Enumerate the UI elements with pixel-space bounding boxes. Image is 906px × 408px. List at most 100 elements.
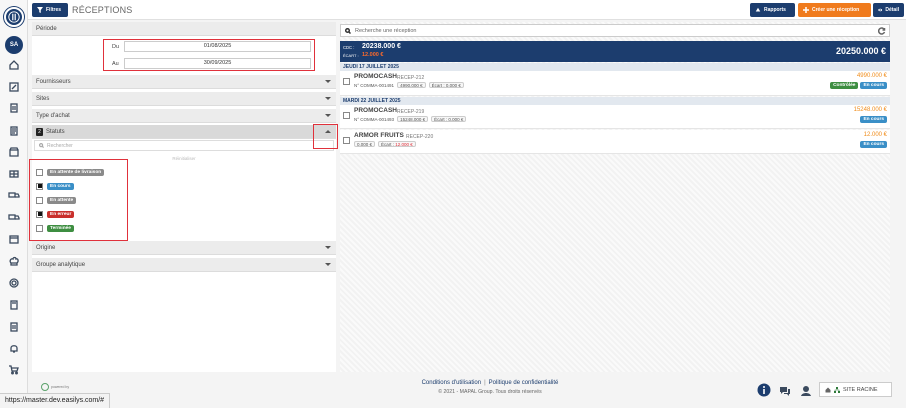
report-icon[interactable] [8, 321, 20, 333]
reception-meta: N° COMMA-001491 4990.000 € Écart : 0.000… [354, 82, 464, 88]
filter-section-type-achat[interactable]: Type d'achat [32, 109, 336, 123]
reception-ref: RECEP-219 [397, 108, 425, 115]
filter-section-statuts[interactable]: 2 Statuts [32, 125, 336, 139]
info-icon[interactable] [757, 383, 771, 397]
reception-tags: En cours [860, 116, 887, 123]
reception-card[interactable]: PROMOCASH RECEP-219 N° COMMA-001493 1524… [340, 105, 890, 129]
top-bar: Filtres RÉCEPTIONS Rapports Créer une ré… [28, 0, 906, 20]
edit-icon[interactable] [8, 81, 20, 93]
delivery-icon[interactable] [8, 211, 20, 223]
summary-banner: CDC : 20238.000 € ÉCART : 12.000 € 20250… [340, 41, 890, 62]
reception-meta: N° COMMA-001493 15248.000 € Écart : 0.00… [354, 116, 467, 122]
reception-amount: 4990.000 € [856, 73, 887, 79]
filter-section-groupe-analytique[interactable]: Groupe analytique [32, 258, 336, 272]
reception-checkbox[interactable] [343, 112, 350, 119]
chef-hat-icon[interactable] [8, 255, 20, 267]
powered-by-label: powered by [51, 384, 70, 389]
footer-links: Conditions d'utilisation | Politique de co… [340, 380, 640, 386]
chevron-down-icon [325, 114, 331, 117]
chevron-down-icon [325, 80, 331, 83]
annotation-box-dates [103, 39, 315, 71]
filter-section-fournisseurs-label: Fournisseurs [36, 78, 71, 85]
gear-icon[interactable] [8, 277, 20, 289]
reception-ecart: Écart : 0.000 € [431, 116, 467, 122]
reports-button[interactable]: Rapports [750, 3, 795, 17]
search-icon [345, 27, 351, 34]
detail-button[interactable]: Détail [873, 3, 904, 17]
box-icon[interactable] [8, 233, 20, 245]
reception-order-amount: 0.000 € [354, 141, 376, 147]
detail-label: Détail [885, 7, 899, 13]
filter-section-statuts-label: Statuts [46, 128, 65, 135]
privacy-link[interactable]: Politique de confidentialité [489, 380, 559, 386]
app-logo[interactable] [4, 7, 24, 27]
filter-section-fournisseurs[interactable]: Fournisseurs [32, 75, 336, 89]
annotation-box-statuses [29, 159, 128, 241]
reception-meta: 0.000 € Écart : 12.000 € [354, 141, 416, 147]
home-icon [825, 387, 831, 392]
create-reception-label: Créer une réception [812, 7, 860, 13]
powered-by: powered by [41, 383, 69, 391]
footer: Conditions d'utilisation | Politique de co… [340, 380, 640, 395]
refresh-icon[interactable] [877, 27, 886, 35]
copyright: © 2021 - MAPAL Group. Tous droits réserv… [438, 389, 542, 395]
tag-controlled: Contrôlée [830, 82, 859, 89]
user-avatar[interactable]: SA [5, 36, 23, 54]
filter-section-sites[interactable]: Sites [32, 92, 336, 106]
reception-tags: En cours [860, 141, 887, 148]
reception-ecart: Écart : 12.000 € [378, 141, 416, 147]
store-icon[interactable] [8, 146, 20, 158]
mapal-logo-icon [41, 383, 49, 391]
filter-section-origine[interactable]: Origine [32, 241, 336, 255]
reception-checkbox[interactable] [343, 78, 350, 85]
footer-separator: | [484, 380, 486, 386]
day-header: MARDI 22 JUILLET 2025 [340, 97, 890, 105]
reception-search-placeholder: Recherche une réception [355, 27, 417, 34]
terms-link[interactable]: Conditions d'utilisation [422, 380, 482, 386]
reception-supplier: ARMOR FRUITS [354, 132, 404, 139]
reception-supplier: PROMOCASH [354, 73, 397, 80]
sitemap-icon [834, 386, 840, 393]
create-reception-button[interactable]: Créer une réception [798, 3, 871, 17]
reception-order-amount: 4990.000 € [397, 82, 426, 88]
truck-icon[interactable] [8, 189, 20, 201]
home-icon[interactable] [8, 59, 20, 71]
reception-ecart-label: Écart : [434, 117, 448, 122]
cart-icon[interactable] [8, 364, 20, 376]
reception-search-input[interactable]: Recherche une réception [340, 24, 890, 37]
browser-status-url: https://master.dev.easilys.com/# [0, 393, 111, 408]
page-title: RÉCEPTIONS [72, 5, 133, 15]
filter-section-origine-label: Origine [36, 244, 56, 251]
grid-icon[interactable] [8, 168, 20, 180]
statuts-count-badge: 2 [36, 127, 43, 136]
reception-list: Recherche une réception CDC : 20238.000 … [340, 22, 890, 372]
tag-in-progress: En cours [860, 141, 887, 148]
site-selector-button[interactable]: SITE RACINE [819, 382, 892, 397]
reception-ecart-value: 0.000 € [445, 83, 461, 88]
reception-ecart-value: 0.000 € [448, 117, 464, 122]
reception-checkbox[interactable] [343, 137, 350, 144]
plus-icon [803, 7, 809, 13]
reception-order-amount: 15248.000 € [397, 116, 429, 122]
reception-order-number: N° COMMA-001493 [354, 116, 395, 122]
filter-icon [37, 7, 43, 13]
reception-card[interactable]: ARMOR FRUITS RECEP-220 0.000 € Écart : 1… [340, 130, 890, 154]
filter-section-periode-label: Période [36, 25, 57, 32]
reception-card[interactable]: PROMOCASH RECEP-212 N° COMMA-001491 4990… [340, 71, 890, 96]
filter-section-periode[interactable]: Période [32, 22, 336, 36]
chat-icon[interactable] [778, 384, 792, 398]
reception-supplier: PROMOCASH [354, 107, 397, 114]
document-icon[interactable] [8, 125, 20, 137]
checklist-icon[interactable] [8, 102, 20, 114]
calculator-icon[interactable] [8, 299, 20, 311]
chevron-down-icon [325, 246, 331, 249]
bell-icon[interactable] [8, 343, 20, 355]
statuts-search-input[interactable]: Rechercher [34, 140, 334, 151]
filters-toggle-button[interactable]: Filtres [32, 3, 68, 17]
summary-ecart-label: ÉCART : [343, 53, 359, 58]
chevron-down-icon [325, 263, 331, 266]
support-icon[interactable] [799, 384, 813, 398]
reception-tags: Contrôlée En cours [830, 82, 887, 89]
search-icon [39, 143, 44, 148]
tag-in-progress: En cours [860, 116, 887, 123]
